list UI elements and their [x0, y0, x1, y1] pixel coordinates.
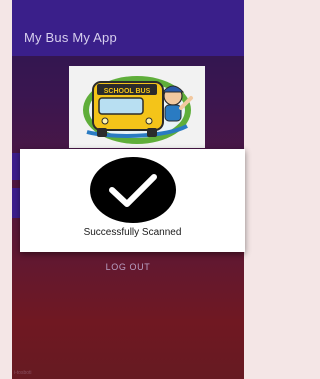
scan-success-dialog: Successfully Scanned [20, 149, 245, 252]
bus-headlight-left [101, 117, 109, 125]
bus-headlight-right [145, 117, 153, 125]
logout-button[interactable]: LOG OUT [12, 256, 244, 278]
bus-wheel-left [97, 128, 107, 137]
bus-sign-text: SCHOOL BUS [104, 88, 151, 95]
school-bus-illustration: SCHOOL BUS [83, 76, 193, 144]
watermark-text: i-tosboti [14, 370, 32, 376]
school-bus-logo: SCHOOL BUS [69, 66, 205, 148]
bus-windshield [98, 97, 144, 115]
check-circle-icon [90, 157, 176, 223]
driver-body [164, 104, 182, 122]
app-bar: My Bus My App [12, 0, 244, 56]
app-title: My Bus My App [24, 30, 117, 45]
scan-success-message: Successfully Scanned [83, 227, 182, 238]
bus-wheel-right [147, 128, 157, 137]
